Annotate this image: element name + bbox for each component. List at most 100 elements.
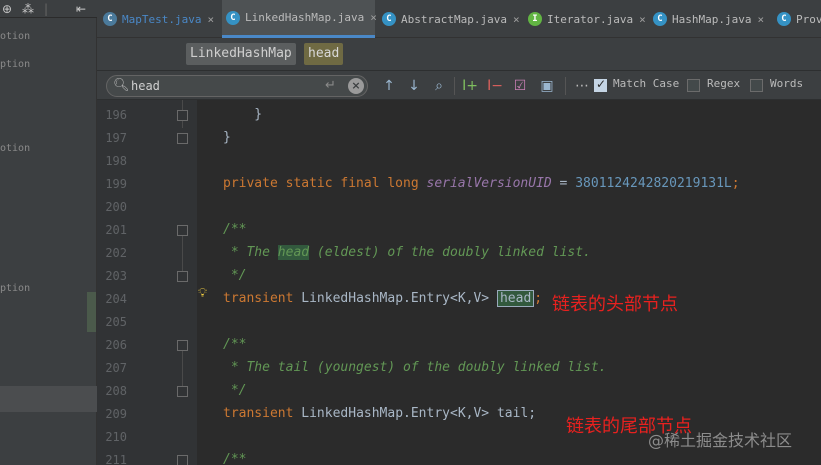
line-number: 209 [105, 407, 127, 421]
breadcrumb-class[interactable]: LinkedHashMap [186, 43, 296, 65]
match-case-checkbox[interactable] [594, 77, 607, 92]
generic-params: <K,V> [450, 291, 490, 306]
tree-item[interactable]: otion [0, 143, 30, 154]
tree-item[interactable]: otion [0, 31, 30, 42]
doc-comment: (eldest) of the doubly linked list. [309, 245, 591, 260]
code-line: transient LinkedHashMap.Entry<K,V> tail; [223, 402, 536, 425]
editor-tabs: C MapTest.java × C LinkedHashMap.java × … [97, 0, 821, 38]
find-bar: 🔍︎ ↵ × ↑ ↓ ⌕ I+ I− ☑ ▣ ⋯ Match Case Rege… [97, 70, 821, 100]
doc-comment: /** [223, 337, 247, 352]
search-match: head [277, 245, 310, 260]
class-icon: C [103, 12, 117, 26]
keyword: private static final long [223, 176, 427, 191]
regex-checkbox[interactable] [687, 79, 700, 92]
tab-maptest[interactable]: C MapTest.java × [99, 0, 219, 38]
search-match-current: head [496, 290, 535, 307]
type-name: LinkedHashMap.Entry [301, 291, 450, 306]
tab-label: AbstractMap.java [401, 12, 507, 26]
words-checkbox[interactable] [750, 79, 763, 92]
remove-selection-icon[interactable]: I− [485, 76, 505, 96]
lightbulb-icon[interactable]: 💡︎ [198, 286, 207, 301]
search-icon[interactable]: 🔍︎ [113, 78, 130, 93]
add-icon[interactable]: ⊕ [2, 0, 12, 18]
project-panel: ⊕ ⁂ | ⇤ otion ption otion ption [0, 0, 97, 465]
regex-label[interactable]: Regex [707, 77, 740, 90]
breadcrumb: LinkedHashMap head [97, 38, 821, 70]
separator [454, 77, 455, 95]
tree-item[interactable]: ption [0, 59, 30, 70]
tab-linkedhashmap[interactable]: C LinkedHashMap.java × [222, 0, 377, 38]
tab-label: MapTest.java [122, 12, 202, 26]
keyword: transient [223, 406, 302, 421]
close-icon[interactable]: × [207, 13, 214, 26]
number-literal: 3801124242820219131L [575, 176, 732, 191]
fold-marker-icon[interactable] [177, 110, 188, 121]
tab-label: Iterator.java [547, 12, 634, 26]
breadcrumb-member[interactable]: head [304, 43, 344, 65]
filter-icon[interactable]: ▣ [537, 76, 557, 96]
generic-params: <K,V> [450, 406, 490, 421]
tab-iterator[interactable]: I Iterator.java × [524, 0, 646, 38]
keyword: transient [223, 291, 302, 306]
search-input[interactable] [131, 78, 311, 94]
tab-label: HashMap.java [672, 12, 752, 26]
find-all-icon[interactable]: ⌕ [429, 76, 449, 96]
separator [565, 77, 566, 95]
next-occurrence-icon[interactable]: ↓ [404, 76, 424, 96]
doc-comment: */ [223, 268, 247, 283]
doc-comment: /** [223, 222, 247, 237]
fold-marker-icon[interactable] [177, 386, 188, 397]
line-number: 202 [105, 246, 127, 260]
close-icon[interactable]: × [639, 13, 646, 26]
doc-comment: /** [223, 452, 247, 465]
match-case-label[interactable]: Match Case [613, 77, 679, 90]
tab-abstractmap[interactable]: C AbstractMap.java × [378, 0, 520, 38]
more-options-icon[interactable]: ⋯ [572, 76, 592, 96]
code-text: } [223, 130, 231, 145]
fold-marker-icon[interactable] [177, 340, 188, 351]
code-line: * The tail (youngest) of the doubly link… [223, 356, 607, 379]
clear-icon[interactable]: × [348, 78, 364, 94]
code-editor[interactable]: 196 197 198 199 200 201 202 203 204 205 … [97, 100, 821, 465]
tree-item[interactable]: ption [0, 283, 30, 294]
fold-marker-icon[interactable] [177, 455, 188, 465]
hide-panel-icon[interactable]: ⇤ [76, 0, 86, 18]
code-text: ; [731, 176, 740, 191]
previous-occurrence-icon[interactable]: ↑ [379, 76, 399, 96]
code-text: ; [534, 291, 543, 306]
select-all-occurrences-icon[interactable]: ☑ [510, 76, 530, 96]
tab-hashmap[interactable]: C HashMap.java × [649, 0, 769, 38]
code-line: transient LinkedHashMap.Entry<K,V> head; [223, 287, 542, 310]
fold-marker-icon[interactable] [177, 271, 188, 282]
head-annotation: 链表的头部节点 [552, 294, 678, 315]
doc-comment: * The tail (youngest) of the doubly link… [223, 360, 607, 375]
selected-tree-row[interactable] [0, 386, 97, 412]
code-line: */ [223, 379, 247, 402]
code-line: /** [223, 218, 246, 241]
code-line: */ [223, 264, 247, 287]
close-icon[interactable]: × [513, 13, 520, 26]
line-number: 208 [105, 384, 127, 398]
doc-comment: */ [223, 383, 247, 398]
line-number: 199 [105, 177, 127, 191]
type-name: LinkedHashMap.Entry [301, 406, 450, 421]
doc-comment: * The [223, 245, 278, 260]
line-number: 210 [105, 430, 127, 444]
line-number: 205 [105, 315, 127, 329]
line-number: 198 [105, 154, 127, 168]
close-icon[interactable]: × [757, 13, 764, 26]
fold-marker-icon[interactable] [177, 133, 188, 144]
fold-guide [182, 351, 183, 386]
line-number: 196 [105, 108, 127, 122]
add-selection-icon[interactable]: I+ [460, 76, 480, 96]
collapse-icon[interactable]: ⁂ [22, 0, 34, 18]
words-label[interactable]: Words [770, 77, 803, 90]
line-number: 204 [105, 292, 127, 306]
code-line: } [223, 103, 262, 126]
close-icon[interactable]: × [370, 11, 377, 24]
enter-icon: ↵ [325, 78, 336, 93]
tab-prov[interactable]: C Prov [773, 0, 821, 38]
line-number: 203 [105, 269, 127, 283]
fold-marker-icon[interactable] [177, 225, 188, 236]
tab-label: Prov [796, 12, 821, 26]
